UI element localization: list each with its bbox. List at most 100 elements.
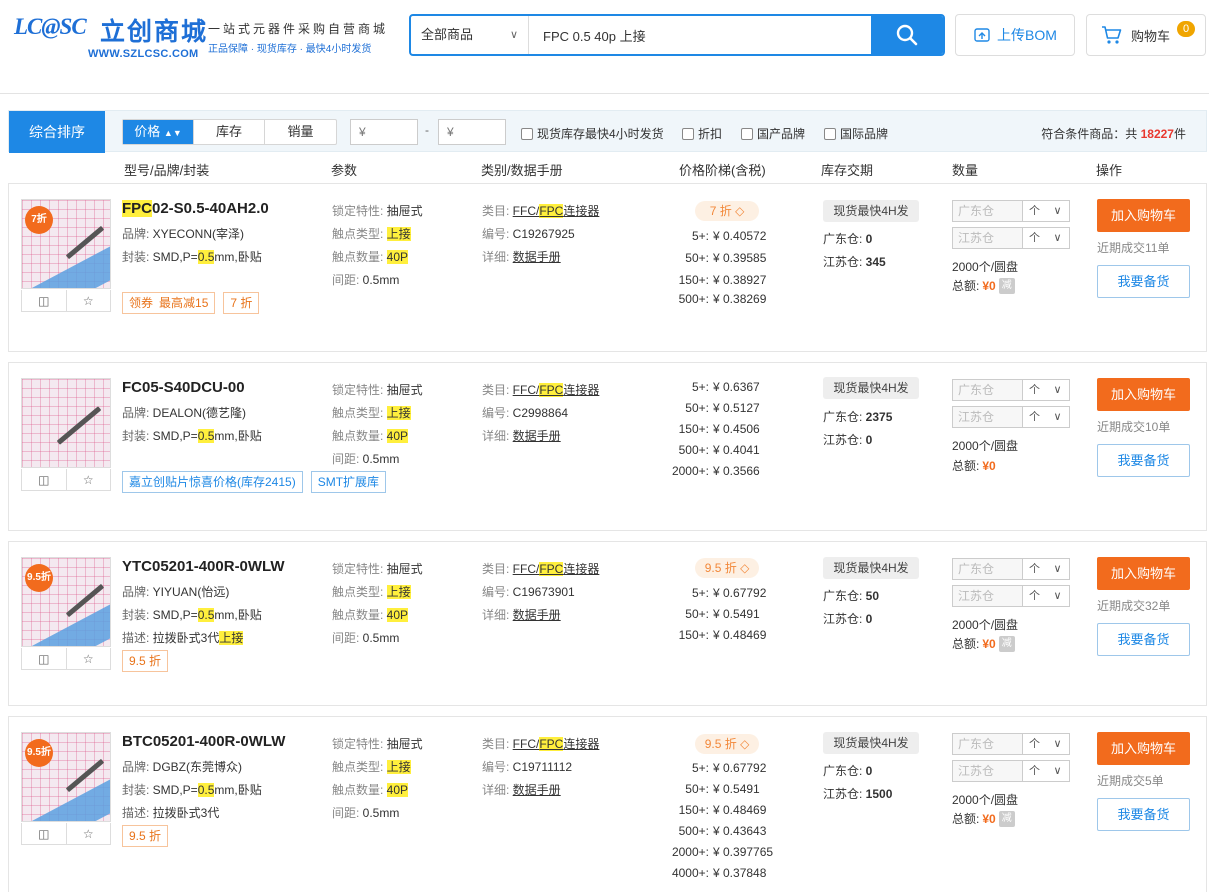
add-to-cart-button[interactable]: 加入购物车: [1097, 199, 1190, 232]
datasheet-link[interactable]: 数据手册: [513, 250, 561, 264]
filter-discount-checkbox[interactable]: 折扣: [682, 125, 722, 142]
sort-price-button[interactable]: 价格 ▲▼: [123, 120, 194, 144]
category-link[interactable]: FFC/FPC连接器: [513, 737, 599, 751]
unit-select[interactable]: 个: [1023, 559, 1046, 579]
total-label: 总额:: [952, 637, 980, 651]
qty-js-input[interactable]: 江苏仓个 ∨: [952, 760, 1070, 782]
brand-value[interactable]: DGBZ(东莞博众): [153, 760, 242, 774]
filter-fast-ship-checkbox[interactable]: 现货库存最快4小时发货: [521, 125, 664, 142]
filter-bar: 综合排序 价格 ▲▼ 库存 销量 - 现货库存最快4小时发货 折扣 国产品牌 国…: [8, 110, 1207, 153]
search-input[interactable]: [529, 16, 871, 54]
stock-value: 345: [865, 255, 886, 269]
stock-fast-badge: 现货最快4H发: [823, 732, 919, 754]
price-min-input[interactable]: [350, 119, 418, 145]
param-contact-type: 触点类型: 上接: [332, 404, 411, 421]
filter-international-checkbox[interactable]: 国际品牌: [824, 125, 888, 142]
sort-stock-button[interactable]: 库存: [194, 120, 265, 144]
sort-comprehensive-button[interactable]: 综合排序: [9, 111, 105, 153]
stock-gd: 广东仓: 0: [823, 762, 872, 779]
search-category-select[interactable]: 全部商品 ∨: [411, 16, 529, 54]
favorite-star-icon[interactable]: ☆: [67, 648, 111, 669]
compare-icon[interactable]: ◫: [22, 469, 67, 490]
chevron-down-icon[interactable]: ∨: [1046, 407, 1069, 427]
tier-qty: 50+:: [685, 401, 709, 415]
backorder-button[interactable]: 我要备货: [1097, 444, 1190, 477]
add-to-cart-button[interactable]: 加入购物车: [1097, 732, 1190, 765]
tier-qty: 5+:: [691, 586, 709, 600]
pkg-highlight: 0.5: [197, 608, 215, 622]
datasheet-link[interactable]: 数据手册: [513, 608, 561, 622]
compare-icon[interactable]: ◫: [22, 648, 67, 669]
qty-gd-input[interactable]: 广东仓个 ∨: [952, 200, 1070, 222]
unit-select[interactable]: 个: [1023, 228, 1046, 248]
unit-select[interactable]: 个: [1023, 734, 1046, 754]
category-link[interactable]: FFC/FPC连接器: [513, 383, 599, 397]
favorite-star-icon[interactable]: ☆: [67, 290, 111, 311]
backorder-button[interactable]: 我要备货: [1097, 623, 1190, 656]
product-image[interactable]: 7折: [21, 199, 111, 289]
minus-icon[interactable]: 减: [998, 810, 1015, 827]
qty-gd-input[interactable]: 广东仓个 ∨: [952, 379, 1070, 401]
unit-select[interactable]: 个: [1023, 586, 1046, 606]
compare-icon[interactable]: ◫: [22, 290, 67, 311]
datasheet-line: 详细: 数据手册: [482, 248, 561, 265]
product-name-link[interactable]: BTC05201-400R-0WLW: [122, 733, 285, 750]
param-value: 抽屉式: [386, 562, 423, 576]
brand-value[interactable]: DEALON(德艺隆): [153, 406, 246, 420]
qty-js-input[interactable]: 江苏仓个 ∨: [952, 227, 1070, 249]
add-to-cart-button[interactable]: 加入购物车: [1097, 557, 1190, 590]
smt-price-tag[interactable]: 嘉立创贴片惊喜价格(库存2415): [122, 471, 303, 493]
price-max-input[interactable]: [438, 119, 506, 145]
minus-icon[interactable]: 减: [998, 277, 1015, 294]
unit-select[interactable]: 个: [1023, 201, 1046, 221]
favorite-star-icon[interactable]: ☆: [67, 469, 111, 490]
code-value: C19711112: [512, 760, 573, 774]
product-image[interactable]: [21, 378, 111, 468]
product-image[interactable]: 9.5折: [21, 557, 111, 647]
product-name-link[interactable]: FPC02-S0.5-40AH2.0: [122, 200, 269, 217]
product-name-link[interactable]: FC05-S40DCU-00: [122, 379, 245, 396]
upload-bom-button[interactable]: 上传BOM: [955, 14, 1075, 56]
tier-qty: 500+:: [678, 824, 709, 838]
search-button[interactable]: [871, 16, 943, 54]
unit-select[interactable]: 个: [1023, 380, 1046, 400]
smt-library-tag[interactable]: SMT扩展库: [310, 471, 387, 493]
filter-domestic-checkbox[interactable]: 国产品牌: [741, 125, 805, 142]
chevron-down-icon[interactable]: ∨: [1046, 586, 1069, 606]
cart-label: 购物车: [1131, 28, 1171, 44]
datasheet-link[interactable]: 数据手册: [513, 429, 561, 443]
chevron-down-icon[interactable]: ∨: [1046, 201, 1069, 221]
backorder-button[interactable]: 我要备货: [1097, 265, 1190, 298]
coupon-tag[interactable]: 领券 最高减15: [122, 292, 216, 314]
add-to-cart-button[interactable]: 加入购物车: [1097, 378, 1190, 411]
chevron-down-icon[interactable]: ∨: [1046, 559, 1069, 579]
qty-gd-input[interactable]: 广东仓个 ∨: [952, 733, 1070, 755]
chevron-down-icon[interactable]: ∨: [1046, 734, 1069, 754]
price-tier: 2000+: ¥ 0.3566: [649, 464, 769, 478]
brand-value[interactable]: XYECONN(宰泽): [153, 227, 244, 241]
chevron-down-icon[interactable]: ∨: [1046, 761, 1069, 781]
sort-sales-button[interactable]: 销量: [265, 120, 336, 144]
compare-icon[interactable]: ◫: [22, 823, 67, 844]
brand-value[interactable]: YIYUAN(怡远): [153, 585, 230, 599]
name-rest: 02-S0.5-40AH2.0: [152, 200, 269, 217]
unit-select[interactable]: 个: [1023, 407, 1046, 427]
favorite-star-icon[interactable]: ☆: [67, 823, 111, 844]
backorder-button[interactable]: 我要备货: [1097, 798, 1190, 831]
category-link[interactable]: FFC/FPC连接器: [513, 204, 599, 218]
minus-icon[interactable]: 减: [998, 635, 1015, 652]
param-value: 上接: [386, 585, 411, 599]
param-value: 抽屉式: [386, 383, 423, 397]
unit-select[interactable]: 个: [1023, 761, 1046, 781]
qty-js-input[interactable]: 江苏仓个 ∨: [952, 406, 1070, 428]
chevron-down-icon[interactable]: ∨: [1046, 380, 1069, 400]
datasheet-link[interactable]: 数据手册: [513, 783, 561, 797]
site-logo[interactable]: LC@SC 立创商城 WWW.SZLCSC.COM: [14, 12, 206, 62]
qty-js-input[interactable]: 江苏仓个 ∨: [952, 585, 1070, 607]
cart-button[interactable]: 购物车 0: [1086, 14, 1206, 56]
category-link[interactable]: FFC/FPC连接器: [513, 562, 599, 576]
product-name-link[interactable]: YTC05201-400R-0WLW: [122, 558, 285, 575]
product-image[interactable]: 9.5折: [21, 732, 111, 822]
chevron-down-icon[interactable]: ∨: [1046, 228, 1069, 248]
qty-gd-input[interactable]: 广东仓个 ∨: [952, 558, 1070, 580]
